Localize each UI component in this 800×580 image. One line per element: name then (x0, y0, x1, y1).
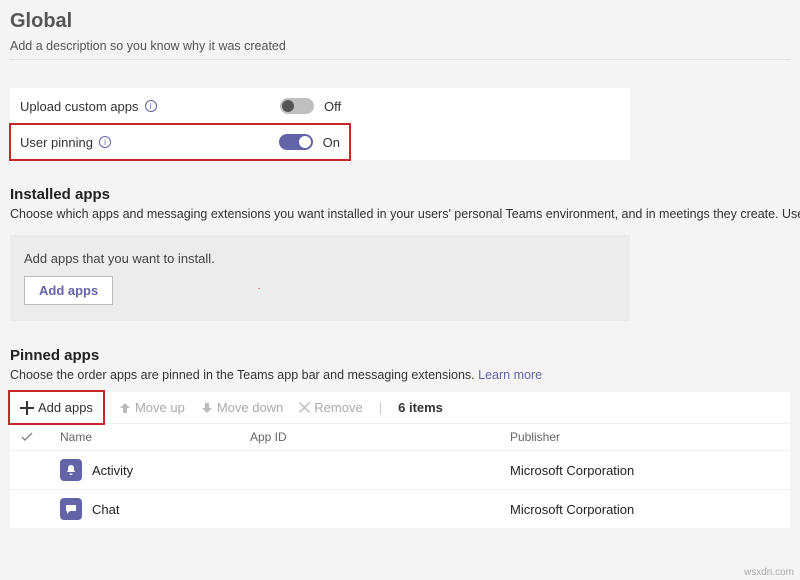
check-icon[interactable] (20, 430, 34, 444)
watermark: wsxdn.com (744, 567, 794, 578)
bell-icon (60, 459, 82, 481)
move-up-label: Move up (135, 400, 185, 415)
arrow-up-icon (119, 402, 131, 414)
x-icon (299, 402, 310, 413)
col-name[interactable]: Name (60, 430, 250, 444)
item-count: 6 items (398, 400, 443, 415)
divider (10, 59, 790, 60)
col-publisher[interactable]: Publisher (510, 430, 780, 444)
app-publisher: Microsoft Corporation (510, 502, 780, 517)
remove-label: Remove (314, 400, 362, 415)
table-row[interactable]: Activity Microsoft Corporation (10, 451, 790, 490)
pinned-apps-heading: Pinned apps (10, 347, 790, 364)
app-publisher: Microsoft Corporation (510, 463, 780, 478)
add-apps-button[interactable]: Add apps (10, 392, 103, 423)
pinned-desc-text: Choose the order apps are pinned in the … (10, 368, 478, 382)
install-apps-box: Add apps that you want to install. Add a… (10, 235, 630, 321)
page-description: Add a description so you know why it was… (10, 39, 790, 53)
remove-button[interactable]: Remove (299, 400, 362, 415)
info-icon[interactable]: i (99, 136, 111, 148)
pinning-toggle[interactable] (279, 134, 313, 150)
col-appid[interactable]: App ID (250, 430, 510, 444)
move-down-button[interactable]: Move down (201, 400, 283, 415)
move-down-label: Move down (217, 400, 283, 415)
app-name: Activity (92, 463, 133, 478)
move-up-button[interactable]: Move up (119, 400, 185, 415)
separator: | (379, 400, 382, 415)
upload-toggle[interactable] (280, 98, 314, 114)
installed-apps-desc: Choose which apps and messaging extensio… (10, 207, 790, 221)
add-apps-button[interactable]: Add apps (24, 276, 113, 305)
installed-apps-heading: Installed apps (10, 186, 790, 203)
info-icon[interactable]: i (145, 100, 157, 112)
arrow-down-icon (201, 402, 213, 414)
table-row[interactable]: Chat Microsoft Corporation (10, 490, 790, 529)
red-dot: . (258, 281, 261, 292)
table-header: Name App ID Publisher (10, 424, 790, 451)
pinning-state: On (323, 135, 340, 150)
add-apps-label: Add apps (38, 400, 93, 415)
upload-state: Off (324, 99, 341, 114)
install-hint: Add apps that you want to install. (24, 251, 616, 266)
chat-icon (60, 498, 82, 520)
pinned-apps-desc: Choose the order apps are pinned in the … (10, 368, 790, 382)
pinning-label: User pinning (20, 135, 93, 150)
upload-label: Upload custom apps (20, 99, 139, 114)
pinned-toolbar: Add apps Move up Move down Remove | 6 it… (10, 392, 790, 424)
settings-card: Upload custom apps i Off User pinning i … (10, 88, 630, 160)
app-name: Chat (92, 502, 119, 517)
setting-user-pinning: User pinning i On (10, 124, 350, 160)
learn-more-link[interactable]: Learn more (478, 368, 542, 382)
setting-upload-custom-apps: Upload custom apps i Off (10, 88, 630, 124)
page-title: Global (10, 10, 790, 33)
plus-icon (20, 401, 34, 415)
